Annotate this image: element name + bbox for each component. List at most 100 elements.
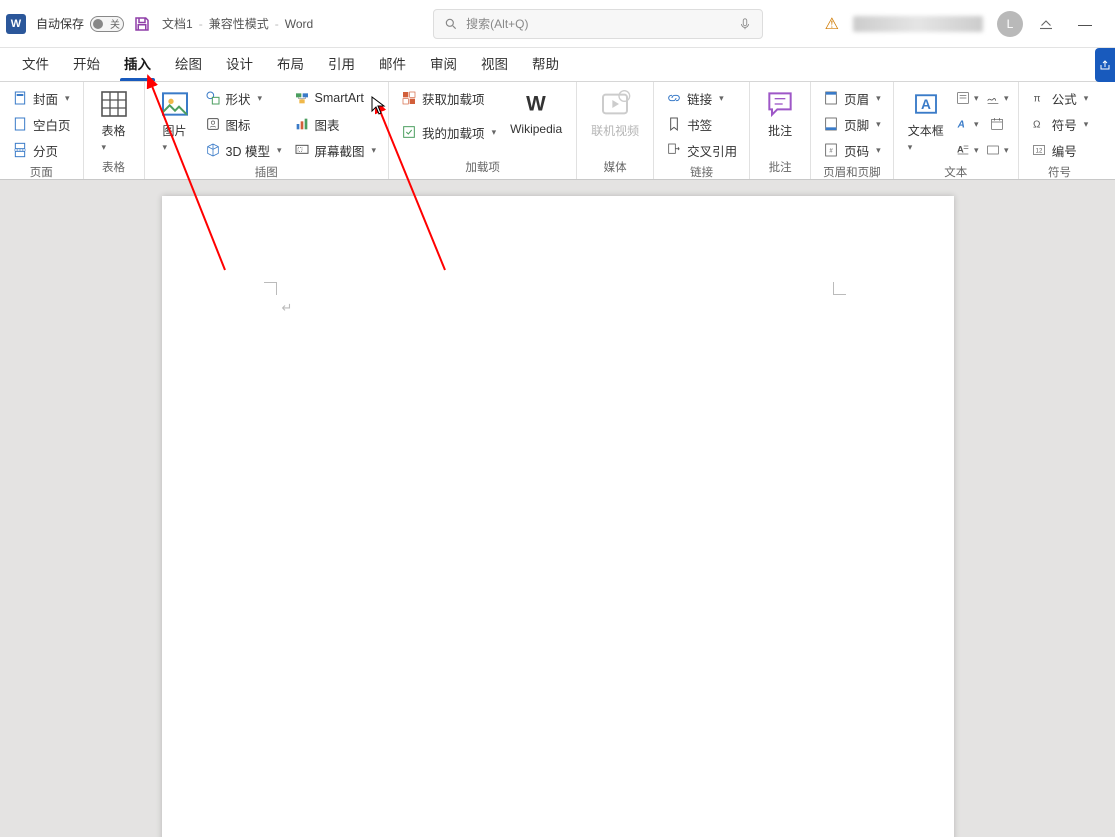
tab-review[interactable]: 审阅 <box>418 47 469 81</box>
wikipedia-icon: W <box>520 88 552 120</box>
group-media: 联机视频 媒体 <box>577 82 654 179</box>
pictures-icon <box>159 88 191 120</box>
tab-layout[interactable]: 布局 <box>265 47 316 81</box>
page[interactable]: ↵ <box>162 196 954 837</box>
link-button[interactable]: 链接▾ <box>662 86 741 110</box>
page-break-icon <box>12 142 28 158</box>
app-name: Word <box>285 17 313 31</box>
group-links: 链接▾ 书签 交叉引用 链接 <box>654 82 750 179</box>
svg-text:π: π <box>1033 93 1040 104</box>
cross-reference-button[interactable]: 交叉引用 <box>662 138 741 162</box>
svg-text:A: A <box>921 97 931 112</box>
group-label-comments: 批注 <box>758 157 802 177</box>
group-label-media: 媒体 <box>585 157 645 177</box>
bookmark-icon <box>666 116 682 132</box>
textbox-button[interactable]: A 文本框▾ <box>902 86 950 155</box>
autosave-toggle[interactable]: 自动保存 关 <box>36 15 124 32</box>
smartart-button[interactable]: SmartArt <box>290 86 381 110</box>
group-label-addins: 加载项 <box>397 157 568 177</box>
mic-icon[interactable] <box>738 17 752 31</box>
screenshot-button[interactable]: 屏幕截图▾ <box>290 138 381 162</box>
shapes-button[interactable]: 形状▾ <box>201 86 286 110</box>
chart-button[interactable]: 图表 <box>290 112 381 136</box>
page-number-icon: # <box>823 142 839 158</box>
toggle-switch[interactable]: 关 <box>90 16 124 32</box>
share-button[interactable] <box>1095 48 1115 82</box>
ribbon: 封面▾ 空白页 分页 页面 表格▾ 表格 图片▾ 形状▾ 图标 3D 模 <box>0 82 1115 180</box>
icons-icon <box>205 116 221 132</box>
tab-view[interactable]: 视图 <box>469 47 520 81</box>
online-video-icon <box>599 88 631 120</box>
comment-icon <box>764 88 796 120</box>
icons-button[interactable]: 图标 <box>201 112 286 136</box>
ribbon-tabs: 文件 开始 插入 绘图 设计 布局 引用 邮件 审阅 视图 帮助 <box>0 48 1115 82</box>
object-button[interactable]: ▾ <box>984 138 1010 162</box>
table-icon <box>98 88 130 120</box>
tab-home[interactable]: 开始 <box>61 47 112 81</box>
blank-page-button[interactable]: 空白页 <box>8 112 75 136</box>
group-tables: 表格▾ 表格 <box>84 82 145 179</box>
my-addins-icon <box>401 124 417 140</box>
symbol-button[interactable]: Ω符号▾ <box>1027 112 1093 136</box>
equation-button[interactable]: π公式▾ <box>1027 86 1093 110</box>
group-label-symbols: 符号 <box>1027 162 1093 182</box>
quick-parts-button[interactable]: ▾ <box>954 86 980 110</box>
group-illustrations: 图片▾ 形状▾ 图标 3D 模型▾ SmartArt 图表 屏幕截图▾ 插图 <box>145 82 390 179</box>
group-symbols: π公式▾ Ω符号▾ 12编号 符号 <box>1019 82 1101 179</box>
doc-name[interactable]: 文档1 <box>162 15 193 32</box>
warning-icon[interactable]: ⚠ <box>825 14 839 34</box>
page-number-button[interactable]: #页码▾ <box>819 138 885 162</box>
wikipedia-button[interactable]: W Wikipedia <box>504 86 568 138</box>
header-icon <box>823 90 839 106</box>
group-label-tables: 表格 <box>92 157 136 177</box>
header-button[interactable]: 页眉▾ <box>819 86 885 110</box>
ribbon-display-icon[interactable] <box>1037 15 1055 33</box>
signature-line-button[interactable]: ▾ <box>984 86 1010 110</box>
get-addins-button[interactable]: 获取加载项 <box>397 86 500 110</box>
wordart-icon: A <box>955 116 971 132</box>
signature-icon <box>985 90 1001 106</box>
tab-mailings[interactable]: 邮件 <box>367 47 418 81</box>
search-icon <box>444 17 458 31</box>
compat-mode: 兼容性模式 <box>209 15 269 32</box>
date-icon <box>989 116 1005 132</box>
group-label-illustrations: 插图 <box>153 162 381 182</box>
number-icon: 12 <box>1031 142 1047 158</box>
bookmark-button[interactable]: 书签 <box>662 112 741 136</box>
document-area[interactable]: ↵ <box>0 180 1115 837</box>
drop-cap-button[interactable]: A▾ <box>954 138 980 162</box>
tab-file[interactable]: 文件 <box>10 47 61 81</box>
tab-design[interactable]: 设计 <box>214 47 265 81</box>
my-addins-button[interactable]: 我的加载项▾ <box>397 120 500 144</box>
tab-references[interactable]: 引用 <box>316 47 367 81</box>
symbol-icon: Ω <box>1031 116 1047 132</box>
page-break-button[interactable]: 分页 <box>8 138 75 162</box>
paragraph-mark: ↵ <box>282 300 293 316</box>
footer-button[interactable]: 页脚▾ <box>819 112 885 136</box>
wordart-button[interactable]: A▾ <box>954 112 980 136</box>
group-pages: 封面▾ 空白页 分页 页面 <box>0 82 84 179</box>
svg-text:A: A <box>957 119 965 130</box>
date-time-button[interactable] <box>984 112 1010 136</box>
cover-page-button[interactable]: 封面▾ <box>8 86 75 110</box>
minimize-button[interactable]: — <box>1069 16 1101 32</box>
autosave-label: 自动保存 <box>36 15 84 32</box>
link-icon <box>666 90 682 106</box>
tab-draw[interactable]: 绘图 <box>163 47 214 81</box>
title-bar: W 自动保存 关 文档1 - 兼容性模式 - Word 搜索(Alt+Q) ⚠ … <box>0 0 1115 48</box>
account-name-blurred <box>853 16 983 32</box>
search-box[interactable]: 搜索(Alt+Q) <box>433 9 763 39</box>
number-button[interactable]: 12编号 <box>1027 138 1093 162</box>
pictures-button[interactable]: 图片▾ <box>153 86 197 155</box>
tab-help[interactable]: 帮助 <box>520 47 571 81</box>
comment-button[interactable]: 批注 <box>758 86 802 141</box>
svg-text:12: 12 <box>1035 149 1042 155</box>
group-text: A 文本框▾ ▾ A▾ A▾ ▾ ▾ 文本 <box>894 82 1019 179</box>
save-icon[interactable] <box>132 14 152 34</box>
avatar[interactable]: L <box>997 11 1023 37</box>
search-placeholder: 搜索(Alt+Q) <box>466 15 528 32</box>
3d-models-button[interactable]: 3D 模型▾ <box>201 138 286 162</box>
group-addins: 获取加载项 我的加载项▾ W Wikipedia 加载项 <box>389 82 577 179</box>
tab-insert[interactable]: 插入 <box>112 47 163 81</box>
table-button[interactable]: 表格▾ <box>92 86 136 155</box>
